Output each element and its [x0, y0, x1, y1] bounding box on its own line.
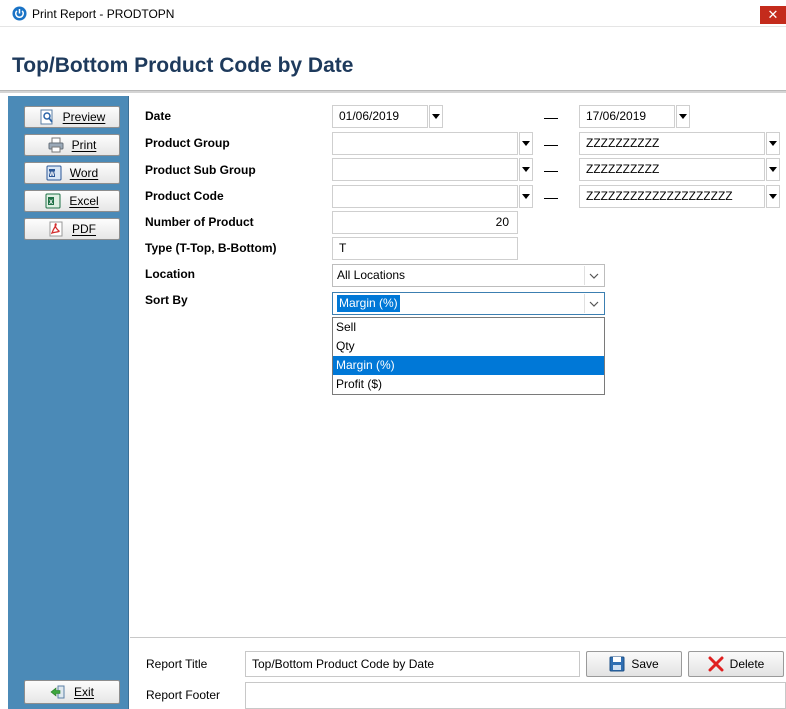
pdf-button[interactable]: PDF — [24, 218, 120, 240]
product-code-label: Product Code — [145, 189, 224, 203]
close-icon: ✕ — [767, 7, 779, 22]
number-of-product-label: Number of Product — [145, 215, 254, 229]
word-button[interactable]: W Word — [24, 162, 120, 184]
save-button[interactable]: Save — [586, 651, 682, 677]
exit-button[interactable]: Exit — [24, 680, 120, 704]
chevron-down-icon — [589, 301, 599, 307]
product-group-dash — [544, 145, 558, 146]
product-code-to-dropdown[interactable] — [766, 185, 780, 208]
sort-option-qty[interactable]: Qty — [333, 337, 604, 356]
date-range-dash — [544, 118, 558, 119]
delete-label: Delete — [729, 657, 765, 671]
product-code-from-field[interactable] — [332, 185, 518, 208]
word-label: Word — [69, 166, 99, 180]
sort-option-sell[interactable]: Sell — [333, 318, 604, 337]
window-title: Print Report - PRODTOPN — [32, 7, 175, 21]
type-field[interactable]: T — [332, 237, 518, 260]
product-group-from-field[interactable] — [332, 132, 518, 155]
product-code-from-dropdown[interactable] — [519, 185, 533, 208]
product-group-from-dropdown[interactable] — [519, 132, 533, 155]
product-sub-group-label: Product Sub Group — [145, 163, 256, 177]
product-sub-group-dash — [544, 171, 558, 172]
header-divider — [0, 90, 786, 93]
location-label: Location — [145, 267, 195, 281]
product-sub-group-to-field[interactable]: ZZZZZZZZZZ — [579, 158, 765, 181]
report-title-input[interactable]: Top/Bottom Product Code by Date — [245, 651, 580, 677]
location-value: All Locations — [337, 268, 406, 282]
sort-option-margin[interactable]: Margin (%) — [333, 356, 604, 375]
chevron-down-icon — [589, 273, 599, 279]
delete-button[interactable]: Delete — [688, 651, 784, 677]
date-to-dropdown[interactable] — [676, 105, 690, 128]
product-group-to-field[interactable]: ZZZZZZZZZZ — [579, 132, 765, 155]
sidebar: Preview Print W Word X Excel PDF Exit — [8, 96, 129, 709]
preview-button[interactable]: Preview — [24, 106, 120, 128]
sort-by-label: Sort By — [145, 293, 188, 307]
date-from-dropdown[interactable] — [429, 105, 443, 128]
location-combo[interactable]: All Locations — [332, 264, 605, 287]
number-of-product-field[interactable]: 20 — [332, 211, 518, 234]
report-footer-label: Report Footer — [146, 688, 221, 702]
location-dropdown-button[interactable] — [584, 266, 603, 285]
report-title-label: Report Title — [146, 657, 208, 671]
sort-by-dropdown-button[interactable] — [584, 294, 603, 313]
preview-label: Preview — [62, 110, 106, 124]
footer-divider — [130, 637, 786, 638]
product-group-to-dropdown[interactable] — [766, 132, 780, 155]
pdf-label: PDF — [72, 222, 96, 236]
delete-x-icon — [708, 656, 724, 672]
printer-icon — [48, 137, 64, 153]
date-from-field[interactable]: 01/06/2019 — [332, 105, 428, 128]
sort-option-profit[interactable]: Profit ($) — [333, 375, 604, 394]
sort-by-combo[interactable]: Margin (%) — [332, 292, 605, 315]
svg-text:X: X — [49, 200, 53, 206]
product-sub-group-from-field[interactable] — [332, 158, 518, 181]
print-button[interactable]: Print — [24, 134, 120, 156]
excel-icon: X — [45, 193, 61, 209]
type-label: Type (T-Top, B-Bottom) — [145, 241, 277, 255]
preview-icon — [40, 109, 53, 125]
date-to-field[interactable]: 17/06/2019 — [579, 105, 675, 128]
print-label: Print — [71, 138, 97, 152]
svg-text:W: W — [49, 172, 55, 178]
report-footer-input[interactable] — [245, 682, 786, 709]
product-code-to-field[interactable]: ZZZZZZZZZZZZZZZZZZZZ — [579, 185, 765, 208]
close-button[interactable]: ✕ — [760, 6, 786, 24]
product-code-dash — [544, 198, 558, 199]
sort-by-value: Margin (%) — [336, 294, 401, 313]
product-group-label: Product Group — [145, 136, 230, 150]
product-sub-group-to-dropdown[interactable] — [766, 158, 780, 181]
word-icon: W — [46, 165, 62, 181]
page-title: Top/Bottom Product Code by Date — [12, 54, 354, 77]
app-power-icon — [12, 6, 27, 21]
product-sub-group-from-dropdown[interactable] — [519, 158, 533, 181]
save-icon — [609, 656, 625, 672]
exit-icon — [50, 685, 65, 699]
pdf-icon — [49, 221, 63, 237]
exit-label: Exit — [73, 685, 94, 699]
sort-by-list: Sell Qty Margin (%) Profit ($) — [332, 317, 605, 395]
excel-button[interactable]: X Excel — [24, 190, 120, 212]
save-label: Save — [631, 657, 659, 671]
excel-label: Excel — [69, 194, 99, 208]
date-label: Date — [145, 109, 172, 123]
